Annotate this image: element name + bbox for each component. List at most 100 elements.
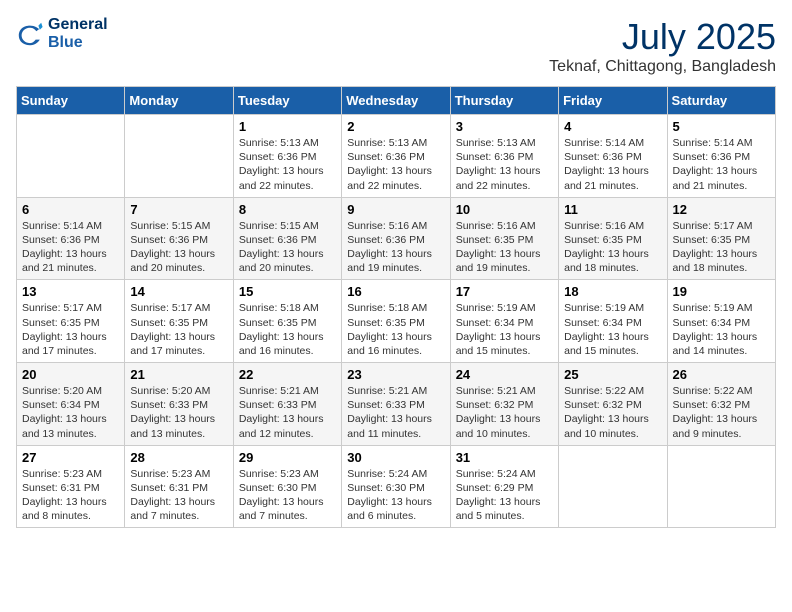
calendar-week-row: 27Sunrise: 5:23 AMSunset: 6:31 PMDayligh… xyxy=(17,445,776,528)
cell-daylight-info: Sunrise: 5:23 AMSunset: 6:31 PMDaylight:… xyxy=(22,467,119,524)
logo-icon xyxy=(16,20,44,48)
day-number: 17 xyxy=(456,284,553,299)
weekday-header: Thursday xyxy=(450,87,558,115)
cell-daylight-info: Sunrise: 5:19 AMSunset: 6:34 PMDaylight:… xyxy=(673,301,770,358)
calendar-cell: 9 Sunrise: 5:16 AMSunset: 6:36 PMDaylight… xyxy=(342,197,450,280)
calendar-cell xyxy=(559,445,667,528)
calendar-cell: 4Sunrise: 5:14 AMSunset: 6:36 PMDaylight… xyxy=(559,115,667,198)
title-block: July 2025 Teknaf, Chittagong, Bangladesh xyxy=(549,16,776,76)
cell-daylight-info: Sunrise: 5:18 AMSunset: 6:35 PMDaylight:… xyxy=(239,301,336,358)
cell-daylight-info: Sunrise: 5:23 AMSunset: 6:31 PMDaylight:… xyxy=(130,467,227,524)
calendar-week-row: 20 Sunrise: 5:20 AMSunset: 6:34 PMDayligh… xyxy=(17,363,776,446)
cell-daylight-info: Sunrise: 5:19 AMSunset: 6:34 PMDaylight:… xyxy=(456,301,553,358)
calendar-cell: 26 Sunrise: 5:22 AMSunset: 6:32 PMDayligh… xyxy=(667,363,775,446)
calendar-cell: 1 Sunrise: 5:13 AMSunset: 6:36 PMDaylight… xyxy=(233,115,341,198)
calendar-cell: 25 Sunrise: 5:22 AMSunset: 6:32 PMDayligh… xyxy=(559,363,667,446)
calendar-cell xyxy=(667,445,775,528)
cell-daylight-info: Sunrise: 5:16 AMSunset: 6:36 PMDaylight:… xyxy=(347,219,444,276)
calendar-cell: 12 Sunrise: 5:17 AMSunset: 6:35 PMDayligh… xyxy=(667,197,775,280)
day-number: 15 xyxy=(239,284,336,299)
cell-daylight-info: Sunrise: 5:13 AMSunset: 6:36 PMDaylight:… xyxy=(456,136,553,193)
calendar-cell: 20 Sunrise: 5:20 AMSunset: 6:34 PMDayligh… xyxy=(17,363,125,446)
day-number: 30 xyxy=(347,450,444,465)
cell-daylight-info: Sunrise: 5:20 AMSunset: 6:34 PMDaylight:… xyxy=(22,384,119,441)
logo-text-line2: Blue xyxy=(48,34,108,52)
cell-daylight-info: Sunrise: 5:14 AMSunset: 6:36 PMDaylight:… xyxy=(564,136,661,193)
weekday-header: Friday xyxy=(559,87,667,115)
weekday-header: Sunday xyxy=(17,87,125,115)
cell-daylight-info: Sunrise: 5:17 AMSunset: 6:35 PMDaylight:… xyxy=(130,301,227,358)
cell-daylight-info: Sunrise: 5:14 AMSunset: 6:36 PMDaylight:… xyxy=(673,136,770,193)
day-number: 25 xyxy=(564,367,661,382)
cell-daylight-info: Sunrise: 5:17 AMSunset: 6:35 PMDaylight:… xyxy=(673,219,770,276)
calendar-table: SundayMondayTuesdayWednesdayThursdayFrid… xyxy=(16,86,776,528)
calendar-cell: 28 Sunrise: 5:23 AMSunset: 6:31 PMDayligh… xyxy=(125,445,233,528)
day-number: 5 xyxy=(673,119,770,134)
weekday-header: Saturday xyxy=(667,87,775,115)
day-number: 20 xyxy=(22,367,119,382)
day-number: 1 xyxy=(239,119,336,134)
day-number: 9 xyxy=(347,202,444,217)
calendar-cell: 8 Sunrise: 5:15 AMSunset: 6:36 PMDaylight… xyxy=(233,197,341,280)
calendar-cell: 30 Sunrise: 5:24 AMSunset: 6:30 PMDayligh… xyxy=(342,445,450,528)
calendar-cell: 15 Sunrise: 5:18 AMSunset: 6:35 PMDayligh… xyxy=(233,280,341,363)
calendar-cell: 6 Sunrise: 5:14 AMSunset: 6:36 PMDaylight… xyxy=(17,197,125,280)
calendar-cell: 23 Sunrise: 5:21 AMSunset: 6:33 PMDayligh… xyxy=(342,363,450,446)
cell-daylight-info: Sunrise: 5:17 AMSunset: 6:35 PMDaylight:… xyxy=(22,301,119,358)
day-number: 29 xyxy=(239,450,336,465)
calendar-cell: 5 Sunrise: 5:14 AMSunset: 6:36 PMDaylight… xyxy=(667,115,775,198)
cell-daylight-info: Sunrise: 5:13 AMSunset: 6:36 PMDaylight:… xyxy=(239,136,336,193)
day-number: 19 xyxy=(673,284,770,299)
cell-daylight-info: Sunrise: 5:21 AMSunset: 6:33 PMDaylight:… xyxy=(239,384,336,441)
day-number: 28 xyxy=(130,450,227,465)
day-number: 23 xyxy=(347,367,444,382)
cell-daylight-info: Sunrise: 5:13 AMSunset: 6:36 PMDaylight:… xyxy=(347,136,444,193)
calendar-cell: 29 Sunrise: 5:23 AMSunset: 6:30 PMDayligh… xyxy=(233,445,341,528)
calendar-cell: 14 Sunrise: 5:17 AMSunset: 6:35 PMDayligh… xyxy=(125,280,233,363)
cell-daylight-info: Sunrise: 5:22 AMSunset: 6:32 PMDaylight:… xyxy=(564,384,661,441)
calendar-cell: 3 Sunrise: 5:13 AMSunset: 6:36 PMDaylight… xyxy=(450,115,558,198)
calendar-cell xyxy=(17,115,125,198)
day-number: 2 xyxy=(347,119,444,134)
day-number: 14 xyxy=(130,284,227,299)
calendar-cell: 7Sunrise: 5:15 AMSunset: 6:36 PMDaylight… xyxy=(125,197,233,280)
calendar-week-row: 6 Sunrise: 5:14 AMSunset: 6:36 PMDaylight… xyxy=(17,197,776,280)
calendar-cell: 11Sunrise: 5:16 AMSunset: 6:35 PMDayligh… xyxy=(559,197,667,280)
day-number: 26 xyxy=(673,367,770,382)
calendar-cell: 31 Sunrise: 5:24 AMSunset: 6:29 PMDayligh… xyxy=(450,445,558,528)
cell-daylight-info: Sunrise: 5:15 AMSunset: 6:36 PMDaylight:… xyxy=(239,219,336,276)
day-number: 3 xyxy=(456,119,553,134)
day-number: 21 xyxy=(130,367,227,382)
day-number: 24 xyxy=(456,367,553,382)
day-number: 7 xyxy=(130,202,227,217)
cell-daylight-info: Sunrise: 5:20 AMSunset: 6:33 PMDaylight:… xyxy=(130,384,227,441)
weekday-header: Monday xyxy=(125,87,233,115)
day-number: 8 xyxy=(239,202,336,217)
day-number: 31 xyxy=(456,450,553,465)
cell-daylight-info: Sunrise: 5:23 AMSunset: 6:30 PMDaylight:… xyxy=(239,467,336,524)
day-number: 16 xyxy=(347,284,444,299)
calendar-cell: 13Sunrise: 5:17 AMSunset: 6:35 PMDayligh… xyxy=(17,280,125,363)
cell-daylight-info: Sunrise: 5:22 AMSunset: 6:32 PMDaylight:… xyxy=(673,384,770,441)
day-number: 6 xyxy=(22,202,119,217)
location-subtitle: Teknaf, Chittagong, Bangladesh xyxy=(549,58,776,76)
month-year-title: July 2025 xyxy=(549,16,776,58)
calendar-cell: 17 Sunrise: 5:19 AMSunset: 6:34 PMDayligh… xyxy=(450,280,558,363)
logo-text-line1: General xyxy=(48,16,108,34)
calendar-cell: 19 Sunrise: 5:19 AMSunset: 6:34 PMDayligh… xyxy=(667,280,775,363)
calendar-cell: 16Sunrise: 5:18 AMSunset: 6:35 PMDayligh… xyxy=(342,280,450,363)
calendar-week-row: 13Sunrise: 5:17 AMSunset: 6:35 PMDayligh… xyxy=(17,280,776,363)
day-number: 10 xyxy=(456,202,553,217)
calendar-week-row: 1 Sunrise: 5:13 AMSunset: 6:36 PMDaylight… xyxy=(17,115,776,198)
cell-daylight-info: Sunrise: 5:14 AMSunset: 6:36 PMDaylight:… xyxy=(22,219,119,276)
cell-daylight-info: Sunrise: 5:24 AMSunset: 6:30 PMDaylight:… xyxy=(347,467,444,524)
cell-daylight-info: Sunrise: 5:21 AMSunset: 6:32 PMDaylight:… xyxy=(456,384,553,441)
calendar-cell: 10Sunrise: 5:16 AMSunset: 6:35 PMDayligh… xyxy=(450,197,558,280)
page-header: General Blue July 2025 Teknaf, Chittagon… xyxy=(16,16,776,76)
day-number: 18 xyxy=(564,284,661,299)
cell-daylight-info: Sunrise: 5:24 AMSunset: 6:29 PMDaylight:… xyxy=(456,467,553,524)
day-number: 22 xyxy=(239,367,336,382)
day-number: 12 xyxy=(673,202,770,217)
cell-daylight-info: Sunrise: 5:21 AMSunset: 6:33 PMDaylight:… xyxy=(347,384,444,441)
logo: General Blue xyxy=(16,16,108,52)
